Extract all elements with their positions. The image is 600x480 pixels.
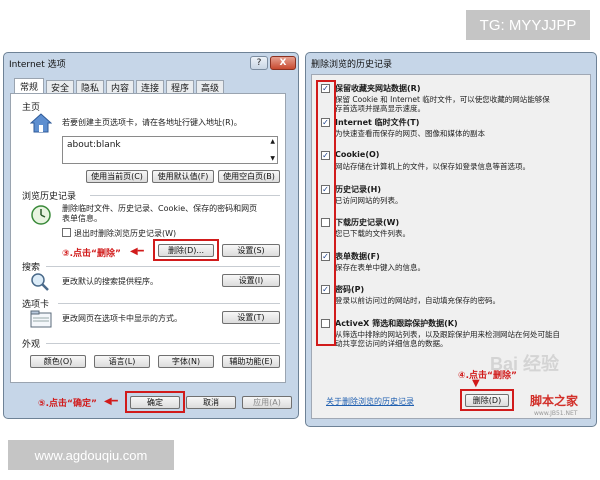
site-url-text: www.JB51.NET — [534, 410, 578, 417]
delete-item-desc: 存首选项并提高显示速度。 — [335, 104, 425, 113]
tab-content[interactable]: 内容 — [106, 80, 134, 94]
delete-item-desc: 网站存储在计算机上的文件，以保存如登录信息等首选项。 — [335, 162, 530, 171]
delete-item-label: 历史记录(H) — [335, 185, 382, 194]
delete-history-titlebar: 删除浏览的历史记录 — [306, 53, 596, 73]
highlight-delete-button — [153, 239, 219, 261]
delete-item-desc: 为快速查看而保存的网页、图像和媒体的副本 — [335, 129, 485, 138]
annotation-step3: ③.点击“删除” — [62, 249, 121, 259]
tab-programs[interactable]: 程序 — [166, 80, 194, 94]
search-settings-button[interactable]: 设置(I) — [222, 274, 280, 287]
tabs-desc: 更改网页在选项卡中显示的方式。 — [62, 314, 182, 323]
cancel-button[interactable]: 取消 — [186, 396, 236, 409]
site-logo: 脚本之家 — [530, 392, 578, 409]
baidu-text: Bai 经验 — [490, 354, 560, 374]
delete-on-exit-label: 退出时删除浏览历史记录(W) — [74, 229, 177, 238]
delete-item-desc: 保存在表单中键入的信息。 — [335, 263, 425, 272]
delete-item-label: Internet 临时文件(T) — [335, 118, 420, 127]
site-logo-text: 脚本之家 — [530, 394, 579, 408]
delete-item-label: 下载历史记录(W) — [335, 218, 400, 227]
delete-item-desc: 已访问网站的列表。 — [335, 196, 403, 205]
help-button[interactable]: ? — [250, 56, 268, 70]
search-separator — [46, 266, 280, 267]
highlight-checkboxes — [316, 80, 336, 346]
languages-button[interactable]: 语言(L) — [94, 355, 150, 368]
tabs-settings-button[interactable]: 设置(T) — [222, 311, 280, 324]
homepage-url-value: about:blank — [67, 140, 121, 150]
appearance-section-label: 外观 — [22, 340, 41, 350]
tab-general[interactable]: 常规 — [14, 78, 44, 94]
history-settings-button[interactable]: 设置(S) — [222, 244, 280, 257]
homepage-section-label: 主页 — [22, 103, 41, 113]
tab-security[interactable]: 安全 — [46, 80, 74, 94]
scroll-down-icon[interactable]: ▼ — [270, 155, 275, 162]
scroll-up-icon[interactable]: ▲ — [270, 138, 275, 145]
colors-button[interactable]: 颜色(O) — [30, 355, 86, 368]
tab-privacy[interactable]: 隐私 — [76, 80, 104, 94]
highlight-ok-button — [125, 391, 185, 413]
fonts-button[interactable]: 字体(N) — [158, 355, 214, 368]
use-blank-button[interactable]: 使用空白页(B) — [218, 170, 280, 183]
homepage-url-input[interactable]: about:blank ▲ ▼ — [62, 136, 278, 164]
delete-item-label: ActiveX 筛选和跟踪保护数据(K) — [335, 319, 458, 328]
tabs-window-icon — [30, 310, 52, 331]
baidu-watermark: Bai 经验 — [490, 350, 559, 376]
delete-item-desc: 您已下载的文件列表。 — [335, 229, 410, 238]
annotation-step5: ⑤.点击“确定” — [38, 399, 97, 409]
accessibility-button[interactable]: 辅助功能(E) — [222, 355, 280, 368]
search-desc: 更改默认的搜索提供程序。 — [62, 277, 158, 286]
delete-item-desc: 登录以前访问过的网站时，自动填充保存的密码。 — [335, 296, 500, 305]
delete-item-label: 密码(P) — [335, 285, 365, 294]
highlight-confirm-delete — [460, 389, 514, 411]
appearance-separator — [46, 343, 280, 344]
use-default-button[interactable]: 使用默认值(F) — [152, 170, 214, 183]
search-magnifier-icon — [30, 272, 50, 295]
arrow-left-icon: ◀━ — [130, 246, 144, 257]
homepage-desc: 若要创建主页选项卡，请在各地址行键入地址(R)。 — [62, 118, 242, 127]
watermark-bottom-url: www.agdouqiu.com — [8, 440, 174, 470]
history-separator — [90, 195, 280, 196]
history-desc-line2: 表单信息。 — [62, 214, 102, 223]
history-section-label: 浏览历史记录 — [22, 192, 77, 202]
delete-item-label: 保留收藏夹网站数据(R) — [335, 84, 421, 93]
site-url: www.JB51.NET — [534, 410, 577, 417]
tabs-separator — [58, 303, 280, 304]
use-current-button[interactable]: 使用当前页(C) — [86, 170, 148, 183]
tab-advanced[interactable]: 高级 — [196, 80, 224, 94]
arrow-left-icon-2: ◀━ — [104, 396, 118, 407]
house-icon — [29, 113, 53, 136]
watermark-top: TG: MYYJJPP — [466, 10, 590, 40]
delete-item-label: 表单数据(F) — [335, 252, 380, 261]
tabs-section-label: 选项卡 — [22, 300, 50, 310]
close-button[interactable]: X — [270, 56, 296, 70]
dialog-title: Internet 选项 — [9, 59, 66, 70]
delete-on-exit-checkbox[interactable] — [62, 228, 71, 237]
about-delete-link[interactable]: 关于删除浏览的历史记录 — [326, 396, 414, 407]
arrow-down-icon: ▼ — [472, 378, 480, 389]
history-clock-icon — [30, 204, 52, 229]
delete-item-label: Cookie(O) — [335, 150, 380, 159]
apply-button[interactable]: 应用(A) — [242, 396, 292, 409]
delete-dialog-title: 删除浏览的历史记录 — [311, 59, 393, 70]
tab-connections[interactable]: 连接 — [136, 80, 164, 94]
delete-item-desc: 动共享您访问的详细信息的数据。 — [335, 339, 448, 348]
